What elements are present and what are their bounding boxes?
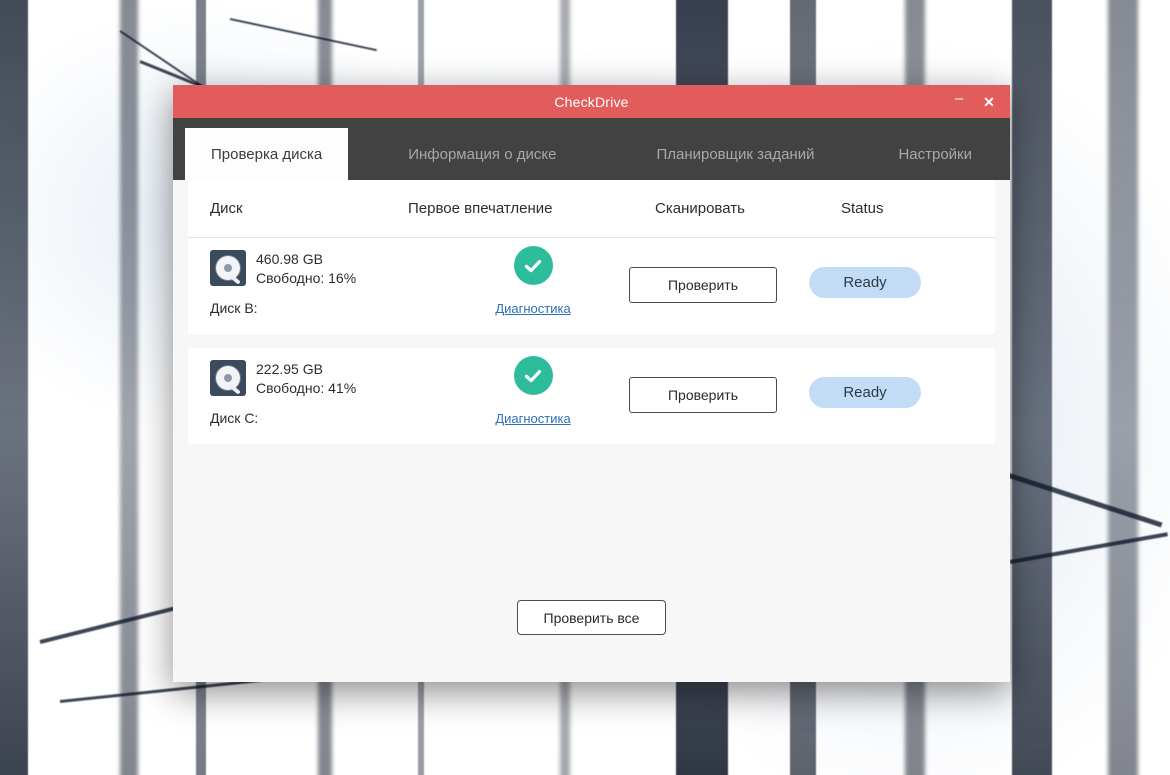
tab-task-scheduler[interactable]: Планировщик заданий [630, 128, 840, 180]
desktop-wallpaper: CheckDrive – ✕ Проверка диска Информация… [0, 0, 1170, 775]
main-content: Диск Первое впечатление Сканировать Stat… [173, 180, 1010, 682]
tab-bar: Проверка диска Информация о диске Планир… [173, 118, 1010, 180]
table-header: Диск Первое впечатление Сканировать Stat… [188, 180, 995, 238]
window-titlebar: CheckDrive – ✕ [173, 85, 1010, 118]
disk-list: 460.98 GB Свободно: 16% Диск B: Диагност… [173, 238, 1010, 458]
diagnostics-link[interactable]: Диагностика [495, 301, 570, 316]
checkdrive-window: CheckDrive – ✕ Проверка диска Информация… [173, 85, 1010, 682]
wallpaper-tree [1012, 0, 1052, 775]
window-controls: – ✕ [946, 85, 1002, 118]
minimize-icon[interactable]: – [946, 89, 972, 115]
disk-free-space: Свободно: 16% [256, 270, 357, 286]
tab-settings[interactable]: Настройки [872, 128, 998, 180]
wallpaper-tree [0, 0, 28, 775]
disk-free-space: Свободно: 41% [256, 380, 357, 396]
disk-letter-label: Диск B: [210, 300, 258, 316]
hard-drive-icon [210, 360, 246, 396]
diagnostics-link[interactable]: Диагностика [495, 411, 570, 426]
check-all-button[interactable]: Проверить все [517, 600, 666, 635]
check-circle-icon [513, 246, 553, 285]
column-header-disk: Диск [210, 200, 243, 217]
scan-button[interactable]: Проверить [629, 267, 777, 303]
disk-size: 460.98 GB [256, 251, 323, 267]
impression-cell: Диагностика [468, 356, 598, 426]
hard-drive-icon [210, 250, 246, 286]
disk-size: 222.95 GB [256, 361, 323, 377]
column-header-scan: Сканировать [655, 200, 745, 217]
wallpaper-tree [120, 0, 138, 775]
window-title: CheckDrive [554, 93, 629, 110]
column-header-status: Status [841, 200, 884, 217]
table-row: 222.95 GB Свободно: 41% Диск C: Диагност… [188, 348, 995, 444]
status-badge[interactable]: Ready [809, 377, 921, 408]
wallpaper-tree [1108, 0, 1138, 775]
footer-area: Проверить все [173, 458, 1010, 682]
close-icon[interactable]: ✕ [976, 89, 1002, 115]
disk-letter-label: Диск C: [210, 410, 259, 426]
tab-disk-check[interactable]: Проверка диска [185, 128, 349, 180]
column-header-impression: Первое впечатление [408, 200, 553, 217]
impression-cell: Диагностика [468, 246, 598, 316]
table-row: 460.98 GB Свободно: 16% Диск B: Диагност… [188, 238, 995, 334]
status-badge[interactable]: Ready [809, 267, 921, 298]
scan-button[interactable]: Проверить [629, 377, 777, 413]
tab-disk-info[interactable]: Информация о диске [382, 128, 582, 180]
check-circle-icon [513, 356, 553, 395]
